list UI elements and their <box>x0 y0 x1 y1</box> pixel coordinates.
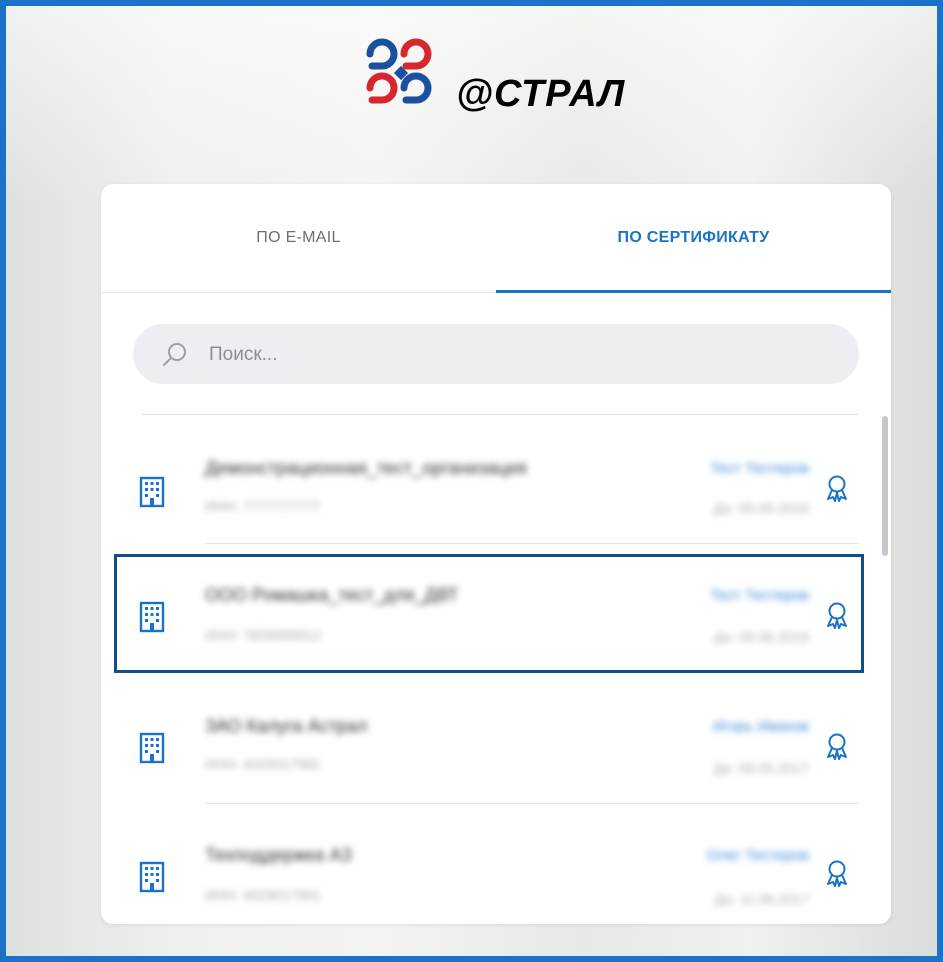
list-scrollbar[interactable] <box>882 416 888 556</box>
building-icon <box>139 601 165 633</box>
certificate-inn: ИНН: 7828999912 <box>205 627 321 643</box>
window-frame: @СТРАЛ ПО E-MAIL ПО СЕРТИФИКАТУ Демонстр… <box>0 0 943 962</box>
certificate-expiry: До: 05.05.2019 <box>713 500 809 516</box>
search-input[interactable] <box>207 324 831 386</box>
search-box[interactable] <box>133 324 859 386</box>
certificate-inn: ИНН: 4029017981 <box>205 887 321 903</box>
building-icon <box>139 861 165 893</box>
certificate-expiry: До: 09.05.2017 <box>713 760 809 776</box>
search-icon <box>163 343 186 366</box>
certificate-owner: Тест Тестеров <box>709 460 809 477</box>
tab-bar: ПО E-MAIL ПО СЕРТИФИКАТУ <box>101 184 891 293</box>
tab-certificate[interactable]: ПО СЕРТИФИКАТУ <box>496 184 891 293</box>
certificate-name: ООО Ромашка_тест_для_ДВТ <box>205 585 459 605</box>
certificate-list: Демонстрационная_тест_организация ИНН: 7… <box>101 414 891 924</box>
logo-emblem-icon <box>366 38 432 104</box>
building-icon <box>139 732 165 764</box>
certificate-expiry: До: 11.06.2017 <box>714 891 809 907</box>
logo-wordmark: @СТРАЛ <box>456 73 626 115</box>
astral-logo: @СТРАЛ <box>356 28 636 128</box>
certificate-inn: ИНН: 7777777777 <box>205 498 321 514</box>
award-icon <box>827 733 847 760</box>
certificate-inn: ИНН: 4029017981 <box>205 756 321 772</box>
certificate-name: Демонстрационная_тест_организация <box>205 458 527 478</box>
certificate-owner: Игорь Иванов <box>712 718 809 735</box>
login-card: ПО E-MAIL ПО СЕРТИФИКАТУ Демонстрационна… <box>101 184 891 924</box>
award-icon <box>827 860 847 887</box>
certificate-row[interactable]: Демонстрационная_тест_организация ИНН: 7… <box>101 414 891 542</box>
certificate-row[interactable]: ООО Ромашка_тест_для_ДВТ ИНН: 7828999912… <box>101 543 891 671</box>
award-icon <box>827 475 847 502</box>
certificate-row[interactable]: ЗАО Калуга Астрал ИНН: 4029017981 Игорь … <box>101 672 891 800</box>
certificate-name: ЗАО Калуга Астрал <box>205 716 368 736</box>
certificate-expiry: До: 09.06.2019 <box>713 629 809 645</box>
building-icon <box>139 476 165 508</box>
tab-email[interactable]: ПО E-MAIL <box>101 184 496 292</box>
certificate-owner: Тест Тестеров <box>709 587 809 604</box>
certificate-name: Техподдержка АЗ <box>205 845 352 865</box>
award-icon <box>827 602 847 629</box>
certificate-row[interactable]: Техподдержка АЗ ИНН: 4029017981 Олег Тес… <box>101 803 891 924</box>
certificate-owner: Олег Тестеров <box>706 847 809 864</box>
